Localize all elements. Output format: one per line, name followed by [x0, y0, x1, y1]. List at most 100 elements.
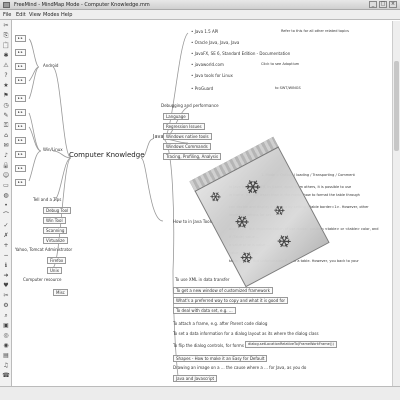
- node-win-sub-1[interactable]: ▸ ▸: [15, 109, 26, 116]
- pin-icon[interactable]: •: [2, 202, 10, 210]
- bell-icon[interactable]: ♪: [2, 152, 10, 160]
- check-icon[interactable]: ✓: [2, 222, 10, 230]
- menu-view[interactable]: View: [29, 12, 41, 18]
- note-adoptium: Click to see Adoptium: [261, 62, 300, 66]
- node-java-tools-linux[interactable]: • Java tools for Linux: [191, 73, 233, 78]
- node-language[interactable]: Language: [163, 113, 189, 120]
- warning-icon[interactable]: ⚠: [2, 62, 10, 70]
- node-oracle-java[interactable]: • Oracle Java, Java, Java: [191, 40, 239, 45]
- node-windows-commands[interactable]: Windows Commands: [163, 143, 211, 150]
- node-flip-dialog[interactable]: To flip the dialog controls, for forms: [173, 343, 244, 348]
- vertical-scrollbar[interactable]: [392, 21, 400, 386]
- node-android-sub-5[interactable]: ▸ ▸: [15, 95, 26, 102]
- node-firefox[interactable]: Firefox: [47, 257, 67, 264]
- node-win-sub-4[interactable]: ▸ ▸: [15, 151, 26, 158]
- node-root[interactable]: Computer Knowledge: [69, 152, 145, 159]
- star-icon[interactable]: ★: [2, 82, 10, 90]
- music-icon[interactable]: ♫: [2, 362, 10, 370]
- cut-icon[interactable]: ✂: [2, 22, 10, 30]
- node-proguard[interactable]: • ProGuard: [191, 86, 213, 91]
- node-copy[interactable]: What's a preferred way to copy and what …: [173, 297, 289, 304]
- gear-icon[interactable]: ⚙: [2, 302, 10, 310]
- node-java-api[interactable]: • Java 1.5 API: [191, 29, 218, 34]
- home-icon[interactable]: ⌂: [2, 132, 10, 140]
- key-icon[interactable]: ⚿: [2, 122, 10, 130]
- node-javaworld[interactable]: • javaworld.com: [191, 62, 224, 67]
- node-code[interactable]: dialog.setLocationRelativeTo(FrameWorkFr…: [245, 341, 337, 348]
- node-win-linux[interactable]: Win/Linux: [43, 147, 63, 152]
- maximize-button[interactable]: □: [379, 1, 387, 8]
- node-virtualize[interactable]: Virtualize: [43, 237, 68, 244]
- trash-icon[interactable]: ▣: [2, 322, 10, 330]
- node-attach-frame[interactable]: To attach a frame, e.g. after Parent cod…: [173, 321, 267, 326]
- phone-icon[interactable]: ☎: [2, 372, 10, 380]
- minimize-button[interactable]: _: [369, 1, 377, 8]
- heart-icon[interactable]: ♥: [2, 282, 10, 290]
- scroll-thumb[interactable]: [394, 61, 399, 151]
- node-java-javascript[interactable]: Java and Javascript: [173, 375, 218, 382]
- node-tell-tips[interactable]: Tell and a Tips: [33, 197, 61, 202]
- node-win-sub-6[interactable]: ▸ ▸: [15, 179, 26, 186]
- globe-icon[interactable]: ◎: [2, 332, 10, 340]
- node-android[interactable]: Android: [43, 63, 58, 68]
- node-tracing[interactable]: Tracing, Profiling, Analysis: [163, 153, 222, 160]
- cross-icon[interactable]: ✗: [2, 232, 10, 240]
- node-unix[interactable]: Unix: [47, 267, 62, 274]
- close-button[interactable]: ×: [389, 1, 397, 8]
- menu-help[interactable]: Help: [61, 12, 72, 18]
- node-shapes[interactable]: Shapes - How to make it an Easy for Defa…: [173, 355, 268, 362]
- palette-icon[interactable]: ◍: [2, 192, 10, 200]
- paste-icon[interactable]: 📋: [2, 42, 10, 50]
- node-misc[interactable]: Misc: [53, 289, 68, 296]
- node-data-info[interactable]: To set a data information for a dialog l…: [173, 331, 319, 336]
- node-javafx[interactable]: • JavaFX, SE 6, Standard Edition - Docum…: [191, 51, 290, 56]
- minus-icon[interactable]: −: [2, 252, 10, 260]
- node-android-sub-3[interactable]: ▸ ▸: [15, 63, 26, 70]
- question-icon[interactable]: ?: [2, 72, 10, 80]
- folder-icon[interactable]: ▭: [2, 182, 10, 190]
- node-android-sub-1[interactable]: ▸ ▸: [15, 35, 26, 42]
- mail-icon[interactable]: ✉: [2, 142, 10, 150]
- node-yahoo-tomcat[interactable]: Yahoo, Tomcat Administrator: [15, 247, 72, 252]
- book-icon[interactable]: ▤: [2, 352, 10, 360]
- node-win-sub-3[interactable]: ▸ ▸: [15, 137, 26, 144]
- node-data-set[interactable]: To deal with data set, e.g. ...: [173, 307, 236, 314]
- node-win-sub-5[interactable]: ▸ ▸: [15, 165, 26, 172]
- pencil-icon[interactable]: ✎: [2, 112, 10, 120]
- search-icon[interactable]: ⌕: [2, 312, 10, 320]
- node-computer-resource[interactable]: Computer resource: [23, 277, 61, 282]
- node-scanning[interactable]: Scanning: [43, 227, 68, 234]
- status-bar: [0, 386, 400, 400]
- smiley-icon[interactable]: ☺: [2, 172, 10, 180]
- eye-icon[interactable]: ◉: [2, 342, 10, 350]
- node-drawing-image[interactable]: Drawing an image on a ... the cause wher…: [173, 365, 306, 370]
- menu-edit[interactable]: Edit: [16, 12, 26, 18]
- node-android-sub-4[interactable]: ▸ ▸: [15, 77, 26, 84]
- node-xml[interactable]: To use XML in data transfer: [175, 277, 230, 282]
- plus-icon[interactable]: +: [2, 242, 10, 250]
- node-java[interactable]: Java: [153, 135, 164, 140]
- scissors-icon[interactable]: ✂: [2, 292, 10, 300]
- menu-modes[interactable]: Modes: [43, 12, 59, 18]
- info-icon[interactable]: ℹ: [2, 262, 10, 270]
- node-regression[interactable]: Regression Issues: [163, 123, 205, 130]
- bulb-icon[interactable]: ✱: [2, 52, 10, 60]
- copy-icon[interactable]: ⎘: [2, 32, 10, 40]
- flag-icon[interactable]: ⚑: [2, 92, 10, 100]
- node-android-sub-2[interactable]: ▸ ▸: [15, 49, 26, 56]
- node-native-tools[interactable]: Windows native tools: [163, 133, 212, 140]
- menu-file[interactable]: File: [3, 12, 11, 18]
- lock-icon[interactable]: 🔒: [2, 162, 10, 170]
- title-bar: FreeMind - MindMap Mode - Computer Knowl…: [0, 0, 400, 10]
- arrow-icon[interactable]: ➜: [2, 272, 10, 280]
- paperclip-icon[interactable]: ⌒: [2, 212, 10, 220]
- node-howto[interactable]: How to in Java Tools: [173, 219, 213, 224]
- app-icon: [3, 2, 10, 8]
- window-title: FreeMind - MindMap Mode - Computer Knowl…: [14, 2, 150, 8]
- clock-icon[interactable]: ◷: [2, 102, 10, 110]
- node-win-tool[interactable]: Win Tool: [43, 217, 66, 224]
- node-win-sub-2[interactable]: ▸ ▸: [15, 123, 26, 130]
- node-new-window[interactable]: To get a new window of customized framew…: [173, 287, 273, 294]
- node-debugging[interactable]: Debugging and performance: [161, 103, 219, 108]
- node-debug-tool[interactable]: Debug Tool: [43, 207, 72, 214]
